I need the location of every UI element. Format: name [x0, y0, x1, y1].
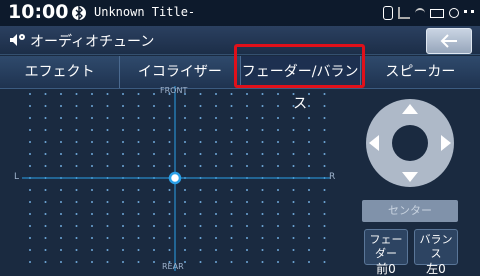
right-label: R [329, 172, 336, 182]
battery-icon [430, 8, 444, 18]
left-label: L [14, 172, 20, 182]
title-bar: オーディオチューン [0, 26, 480, 55]
track-title: Unknown Title- [94, 5, 196, 19]
front-label: FRONT [160, 86, 188, 95]
status-bar: 10:00 Unknown Title- [0, 0, 480, 26]
center-button[interactable]: センター [362, 200, 458, 222]
fader-readout: フェーダー 前0 [364, 229, 408, 276]
fader-label: フェーダー [369, 233, 403, 260]
tab-equalizer[interactable]: イコライザー [120, 56, 241, 88]
fader-balance-field[interactable] [22, 86, 330, 271]
mute-icon [449, 8, 459, 18]
field-grid [22, 86, 330, 271]
more-icon[interactable] [464, 10, 474, 16]
tab-speaker[interactable]: スピーカー [361, 56, 480, 88]
position-marker[interactable] [168, 171, 182, 185]
page-title: オーディオチューン [30, 34, 155, 50]
audio-tune-icon [10, 34, 25, 46]
rear-label: REAR [162, 262, 184, 271]
balance-label: バランス [419, 233, 453, 260]
signal-icon [398, 7, 410, 19]
bluetooth-status-icon [383, 6, 393, 20]
balance-readout: バランス 左0 [414, 229, 458, 276]
tab-effect[interactable]: エフェクト [0, 56, 121, 88]
bluetooth-icon [72, 5, 86, 21]
clock: 10:00 [8, 1, 69, 23]
direction-pad [366, 99, 454, 187]
wifi-icon [415, 8, 425, 18]
tab-bar: エフェクト イコライザー フェーダー/バランス スピーカー [0, 56, 480, 112]
status-icons [383, 6, 474, 20]
back-button[interactable] [426, 28, 472, 54]
fader-value: 前0 [376, 262, 396, 276]
tab-fader-balance[interactable]: フェーダー/バランス [240, 56, 361, 112]
back-arrow-icon [440, 34, 457, 48]
balance-value: 左0 [426, 262, 446, 276]
